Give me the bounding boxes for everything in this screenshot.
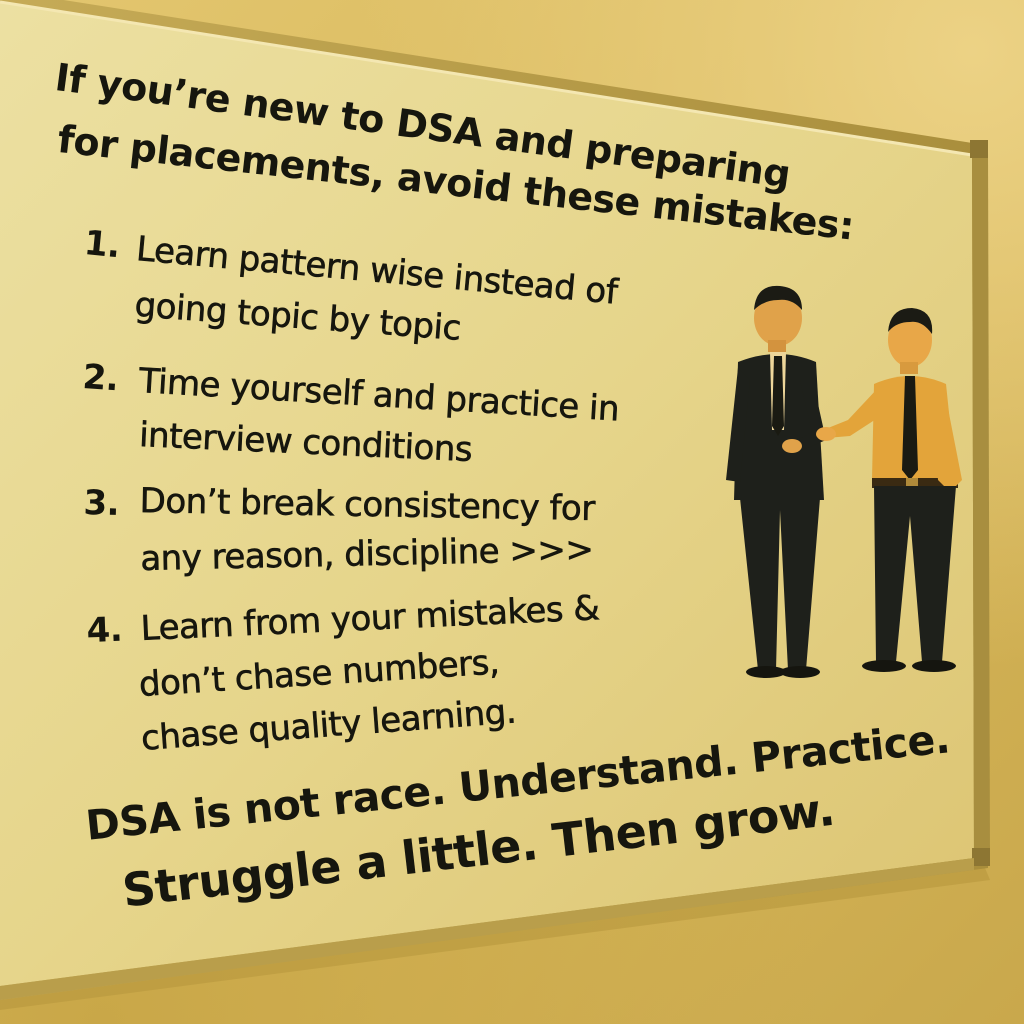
photo-scene: If you’re new to DSA and preparing for p… <box>0 0 1024 1024</box>
man-in-orange-shirt-icon <box>816 308 962 672</box>
man-in-suit-icon <box>726 285 826 678</box>
two-men-illustration <box>700 280 990 680</box>
